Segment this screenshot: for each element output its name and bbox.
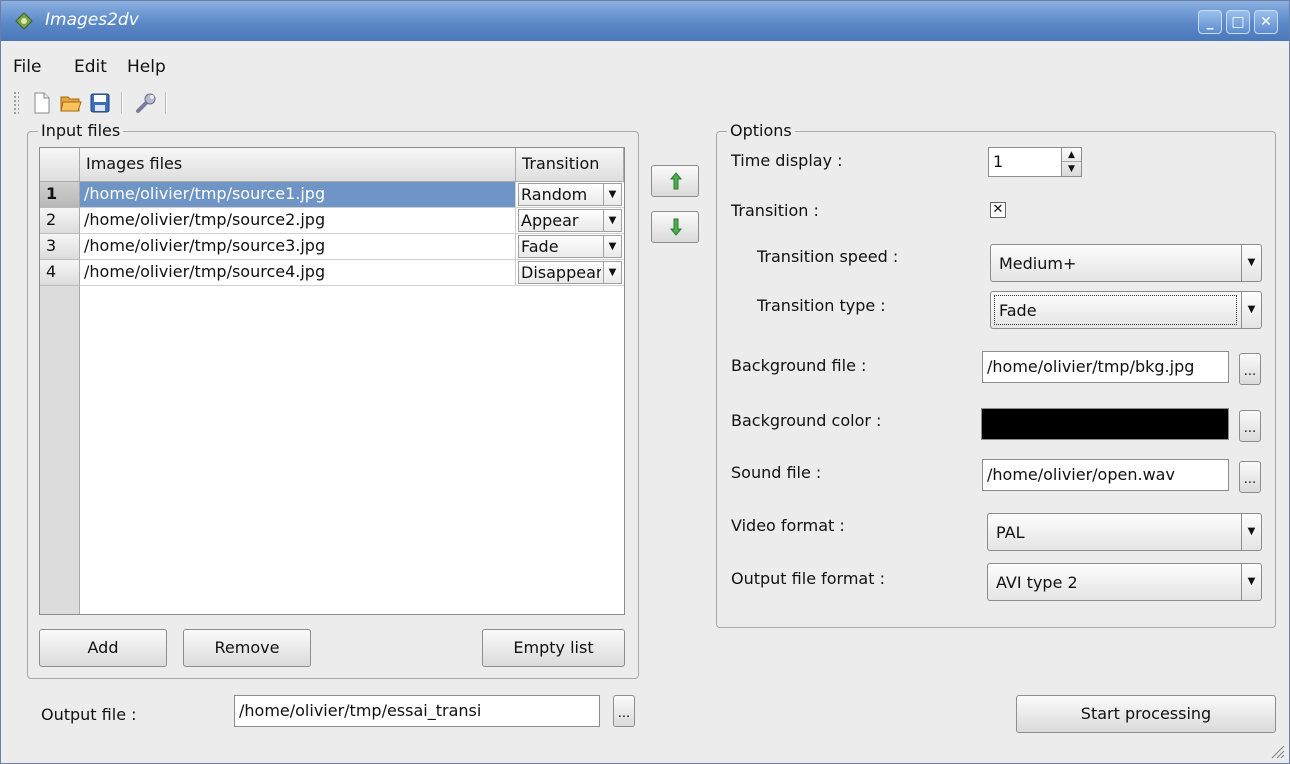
- transition-cell[interactable]: Disappear ▼: [516, 260, 624, 286]
- chevron-down-icon: ▼: [1241, 564, 1261, 600]
- transition-cell[interactable]: Appear ▼: [516, 208, 624, 234]
- arrow-up-icon: [670, 172, 682, 190]
- sound-file-label: Sound file :: [731, 463, 822, 482]
- transition-cell-value: Disappear: [521, 263, 601, 282]
- options-title: Options: [727, 121, 795, 140]
- toolbar-grip[interactable]: [13, 91, 19, 115]
- output-format-value: AVI type 2: [996, 573, 1078, 592]
- table-row[interactable]: 1/home/olivier/tmp/source1.jpg Random ▼: [40, 182, 624, 208]
- chevron-down-icon: ▼: [1241, 292, 1261, 328]
- chevron-down-icon: ▼: [1241, 245, 1261, 281]
- background-file-browse-button[interactable]: ...: [1239, 353, 1261, 385]
- transition-cell-combo[interactable]: Disappear ▼: [518, 261, 622, 284]
- output-file-input[interactable]: /home/olivier/tmp/essai_transi: [234, 695, 600, 727]
- close-button[interactable]: ✕: [1254, 10, 1278, 34]
- transition-speed-value: Medium+: [999, 254, 1077, 273]
- spin-down-icon[interactable]: ▼: [1062, 162, 1081, 176]
- input-files-title: Input files: [38, 121, 124, 140]
- main-window: Images2dv _ □ ✕ File Edit Help Input fil…: [0, 0, 1290, 764]
- resize-grip-icon[interactable]: [1269, 743, 1285, 759]
- menu-help[interactable]: Help: [127, 57, 166, 77]
- background-file-label: Background file :: [731, 356, 867, 375]
- menu-edit[interactable]: Edit: [74, 57, 107, 77]
- transition-type-label: Transition type :: [757, 296, 886, 315]
- video-format-label: Video format :: [731, 516, 845, 535]
- move-down-button[interactable]: [651, 211, 699, 243]
- background-color-browse-button[interactable]: ...: [1239, 410, 1261, 442]
- row-number[interactable]: 4: [40, 260, 80, 286]
- video-format-value: PAL: [996, 523, 1025, 542]
- row-number[interactable]: 2: [40, 208, 80, 234]
- transition-type-combo[interactable]: Fade ▼: [990, 291, 1262, 329]
- table-corner[interactable]: [40, 148, 80, 182]
- time-display-spinbox[interactable]: 1 ▲ ▼: [988, 147, 1082, 177]
- new-file-icon[interactable]: [30, 91, 54, 115]
- empty-list-button[interactable]: Empty list: [482, 629, 625, 667]
- title-bar[interactable]: Images2dv _ □ ✕: [1, 1, 1289, 41]
- input-files-table[interactable]: Images files Transition 1/home/olivier/t…: [39, 147, 625, 615]
- output-file-browse-button[interactable]: ...: [613, 695, 635, 727]
- chevron-down-icon: ▼: [1241, 514, 1261, 550]
- transition-speed-combo[interactable]: Medium+ ▼: [990, 244, 1262, 282]
- transition-cell-value: Appear: [521, 211, 579, 230]
- move-up-button[interactable]: [651, 165, 699, 197]
- image-file-cell[interactable]: /home/olivier/tmp/source1.jpg: [80, 182, 516, 208]
- start-processing-button[interactable]: Start processing: [1016, 695, 1276, 733]
- toolbar: [1, 88, 201, 120]
- table-row[interactable]: 4/home/olivier/tmp/source4.jpg Disappear ▼: [40, 260, 624, 286]
- add-button[interactable]: Add: [39, 629, 167, 667]
- arrow-down-icon: [670, 218, 682, 236]
- chevron-down-icon: ▼: [603, 184, 621, 205]
- table-row[interactable]: 2/home/olivier/tmp/source2.jpg Appear ▼: [40, 208, 624, 234]
- column-header-images[interactable]: Images files: [80, 148, 516, 182]
- image-file-cell[interactable]: /home/olivier/tmp/source3.jpg: [80, 234, 516, 260]
- table-row[interactable]: 3/home/olivier/tmp/source3.jpg Fade ▼: [40, 234, 624, 260]
- window-title: Images2dv: [45, 10, 139, 30]
- toolbar-separator: [165, 92, 167, 114]
- transition-type-value: Fade: [999, 301, 1037, 320]
- minimize-button[interactable]: _: [1198, 10, 1222, 34]
- time-display-label: Time display :: [731, 151, 843, 170]
- image-file-cell[interactable]: /home/olivier/tmp/source2.jpg: [80, 208, 516, 234]
- chevron-down-icon: ▼: [603, 210, 621, 231]
- transition-cell[interactable]: Random ▼: [516, 182, 624, 208]
- background-color-label: Background color :: [731, 411, 882, 430]
- time-display-value: 1: [993, 152, 1004, 171]
- transition-cell-combo[interactable]: Random ▼: [518, 183, 622, 206]
- image-file-cell[interactable]: /home/olivier/tmp/source4.jpg: [80, 260, 516, 286]
- transition-cell-value: Random: [521, 185, 588, 204]
- sound-file-browse-button[interactable]: ...: [1239, 461, 1261, 493]
- output-file-label: Output file :: [41, 705, 137, 724]
- video-format-combo[interactable]: PAL ▼: [987, 513, 1262, 551]
- output-format-label: Output file format :: [731, 569, 885, 588]
- transition-checkbox[interactable]: ✕: [990, 202, 1006, 218]
- app-icon: [15, 12, 33, 30]
- remove-button[interactable]: Remove: [183, 629, 311, 667]
- wrench-icon[interactable]: [134, 91, 158, 115]
- toolbar-separator: [121, 92, 123, 114]
- row-number[interactable]: 1: [40, 182, 80, 208]
- background-color-swatch[interactable]: [981, 408, 1229, 440]
- transition-cell-value: Fade: [521, 237, 559, 256]
- column-header-transition[interactable]: Transition: [516, 148, 624, 182]
- sound-file-input[interactable]: /home/olivier/open.wav: [982, 459, 1229, 491]
- open-folder-icon[interactable]: [59, 91, 83, 115]
- background-file-input[interactable]: /home/olivier/tmp/bkg.jpg: [982, 351, 1229, 383]
- transition-cell-combo[interactable]: Appear ▼: [518, 209, 622, 232]
- transition-cell[interactable]: Fade ▼: [516, 234, 624, 260]
- transition-speed-label: Transition speed :: [757, 247, 899, 266]
- spin-up-icon[interactable]: ▲: [1062, 148, 1081, 162]
- menu-file[interactable]: File: [13, 57, 41, 77]
- row-number[interactable]: 3: [40, 234, 80, 260]
- maximize-button[interactable]: □: [1226, 10, 1250, 34]
- transition-label: Transition :: [731, 201, 819, 220]
- chevron-down-icon: ▼: [603, 236, 621, 257]
- transition-cell-combo[interactable]: Fade ▼: [518, 235, 622, 258]
- chevron-down-icon: ▼: [603, 262, 621, 283]
- output-format-combo[interactable]: AVI type 2 ▼: [987, 563, 1262, 601]
- save-disk-icon[interactable]: [88, 91, 112, 115]
